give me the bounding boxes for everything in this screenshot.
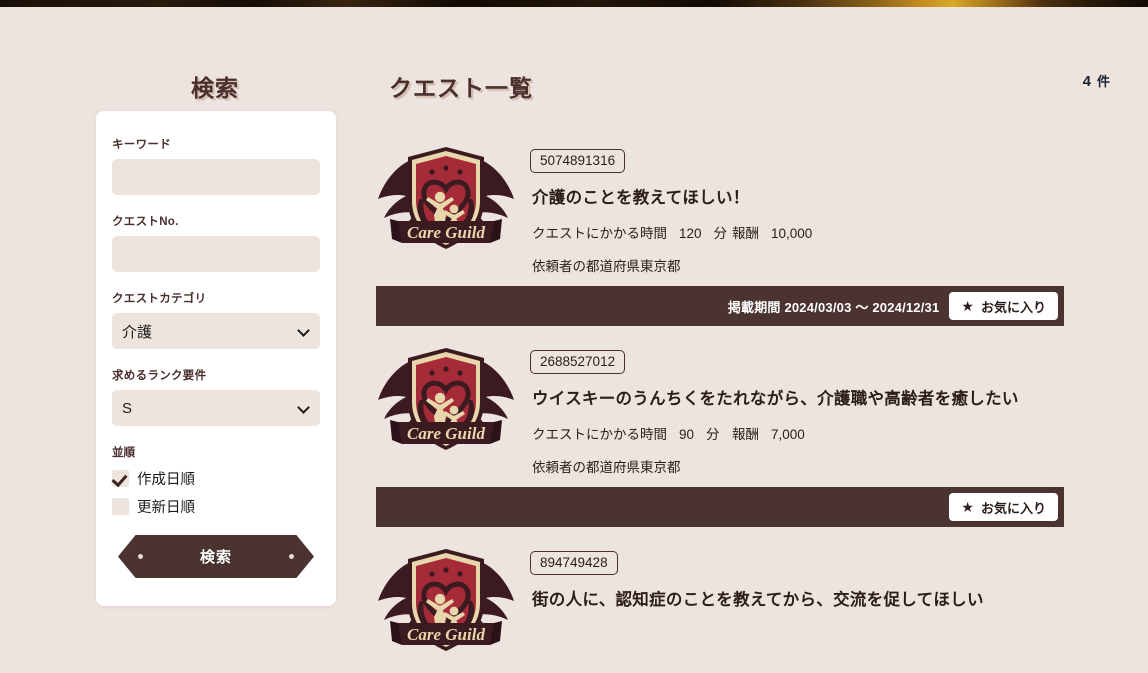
result-count: 4件 [1083,71,1110,90]
quest-period-start: 2024/03/03 [784,299,852,315]
star-icon: ★ [961,298,974,314]
category-label: クエストカテゴリ [112,293,207,305]
page-root: 検索 クエスト一覧 4件 キーワード クエストNo. クエストカテゴリ 介護 求… [0,7,1148,661]
quest-card[interactable]: Care Guild 894749428 街の人に、認知症のことを教えてから、交流… [376,541,1064,659]
quest-no-label: クエストNo. [112,216,179,228]
category-select[interactable]: 介護 [112,313,320,349]
quest-emblem: Care Guild [376,541,516,659]
sort-option-updated-label: 更新日順 [137,499,195,516]
quest-prefecture-value: 東京都 [640,259,681,274]
quest-duration: クエストにかかる時間 120 分 [532,226,728,241]
favorite-button-label: お気に入り [980,500,1046,516]
rank-select[interactable]: S [112,390,320,426]
result-count-number: 4 [1082,73,1091,90]
quest-emblem: Care Guild [376,340,516,458]
checkbox-unchecked-icon[interactable] [112,497,129,515]
page-title: クエスト一覧 [389,75,533,101]
keyword-input[interactable] [112,159,320,195]
rank-label: 求めるランク要件 [112,370,207,382]
quest-duration-value: 120 [679,226,702,241]
quest-card-info: 5074891316 介護のことを教えてほしい！ クエストにかかる時間 120 分報酬 1… [530,139,1064,275]
category-select-value: 介護 [122,323,153,341]
quest-number-badge: 894749428 [530,551,618,575]
quest-card-info: 894749428 街の人に、認知症のことを教えてから、交流を促してほしい [530,541,1064,659]
quest-title[interactable]: 介護のことを教えてほしい！ [532,184,1064,208]
quest-title[interactable]: 街の人に、認知症のことを教えてから、交流を促してほしい [532,586,1064,610]
search-submit-label: 検索 [199,549,232,566]
quest-card-footer: 掲載期間 2024/03/03 〜 2024/12/31 ★ お気に入り [376,286,1064,326]
quest-list: Care Guild 5074891316 介護のことを教えてほしい！ クエストにか… [376,139,1064,673]
decorative-banner-strip [0,0,1148,7]
care-guild-emblem-icon: Care Guild [378,147,514,249]
quest-duration: クエストにかかる時間 90 分 [532,427,720,442]
quest-card-info: 2688527012 ウイスキーのうんちくをたれながら、介護職や高齢者を癒したいク… [530,340,1064,476]
rank-select-wrapper: S [112,390,320,426]
search-panel-title: 検索 [191,75,239,101]
quest-prefecture: 依頼者の都道府県東京都 [532,460,681,475]
quest-card-body: Care Guild 5074891316 介護のことを教えてほしい！ クエストにか… [376,139,1064,275]
quest-duration-unit: 分 [706,427,720,442]
emblem-wordmark: Care Guild [407,424,485,443]
quest-number-badge: 5074891316 [530,149,626,173]
quest-card-body: Care Guild 894749428 街の人に、認知症のことを教えてから、交流… [376,541,1064,659]
keyword-label: キーワード [112,139,171,151]
sort-option-updated[interactable]: 更新日順 [112,493,320,519]
sort-option-created[interactable]: 作成日順 [112,465,320,491]
button-dot-left-icon [138,554,143,559]
quest-card-footer: ★ お気に入り [376,487,1064,527]
sort-label: 並順 [112,447,135,459]
sort-option-created-label: 作成日順 [137,471,195,488]
quest-duration-value: 90 [679,427,695,442]
quest-period: 掲載期間 2024/03/03 〜 2024/12/31 [727,299,940,315]
quest-reward: 報酬 10,000 [732,226,813,241]
quest-reward-value: 10,000 [771,226,813,241]
quest-duration-unit: 分 [713,226,728,241]
favorite-button-label: お気に入り [980,299,1046,315]
emblem-wordmark: Care Guild [407,223,485,242]
search-panel: キーワード クエストNo. クエストカテゴリ 介護 求めるランク要件 S 並順 … [96,111,336,606]
quest-card[interactable]: Care Guild 5074891316 介護のことを教えてほしい！ クエストにか… [376,139,1064,326]
quest-no-input[interactable] [112,236,320,272]
rank-select-value: S [122,399,133,417]
care-guild-emblem-icon: Care Guild [378,549,514,651]
quest-period-end: 2024/12/31 [872,299,940,315]
quest-period-separator: 〜 [855,299,869,315]
quest-number-badge: 2688527012 [530,350,626,374]
search-submit-button[interactable]: 検索 [118,535,314,578]
result-count-unit: 件 [1096,74,1110,89]
checkbox-checked-icon[interactable] [112,469,129,487]
quest-meta-row: クエストにかかる時間 90 分報酬 7,000 [532,423,1064,443]
quest-prefecture: 依頼者の都道府県東京都 [532,259,681,274]
button-dot-right-icon [289,554,294,559]
quest-card-body: Care Guild 2688527012 ウイスキーのうんちくをたれながら、介護… [376,340,1064,476]
care-guild-emblem-icon: Care Guild [378,348,514,450]
quest-card[interactable]: Care Guild 2688527012 ウイスキーのうんちくをたれながら、介護… [376,340,1064,527]
favorite-button[interactable]: ★ お気に入り [949,292,1058,320]
quest-reward: 報酬 7,000 [732,427,805,442]
quest-meta-row: クエストにかかる時間 120 分報酬 10,000 [532,222,1064,242]
star-icon: ★ [961,499,974,515]
category-select-wrapper: 介護 [112,313,320,349]
favorite-button[interactable]: ★ お気に入り [949,493,1058,521]
emblem-wordmark: Care Guild [407,625,485,644]
quest-emblem: Care Guild [376,139,516,257]
quest-reward-value: 7,000 [771,427,805,442]
quest-title[interactable]: ウイスキーのうんちくをたれながら、介護職や高齢者を癒したい [532,385,1064,409]
quest-prefecture-value: 東京都 [640,460,681,475]
